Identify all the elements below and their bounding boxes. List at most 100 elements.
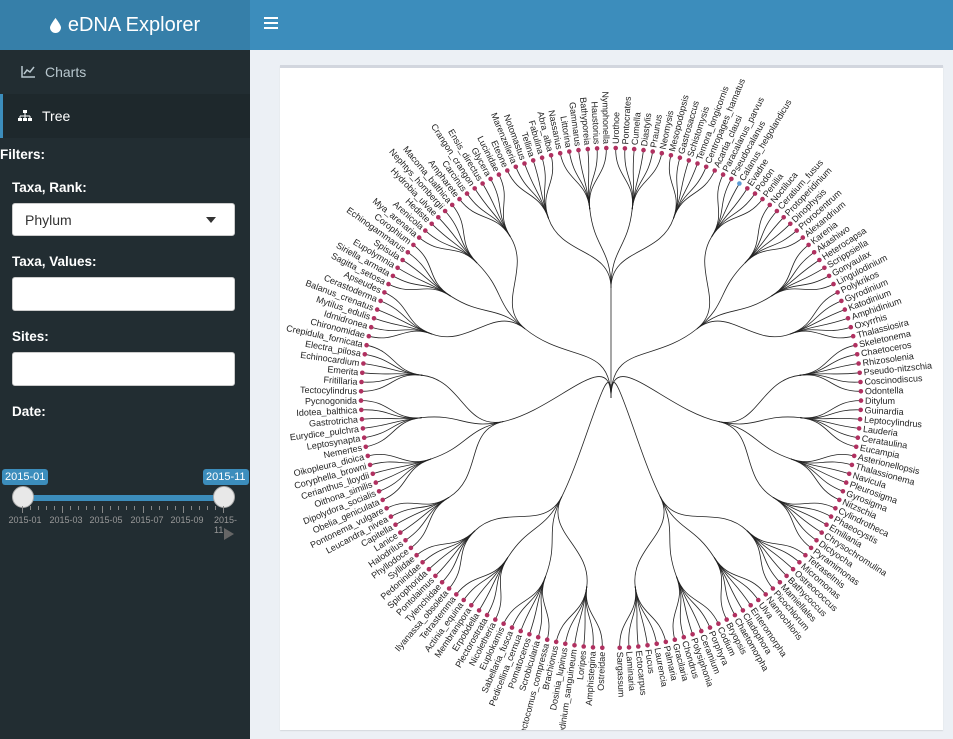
tree-leaf-node[interactable]: [572, 643, 577, 648]
tree-leaf-node[interactable]: [756, 597, 761, 603]
tree-leaf-node[interactable]: [842, 307, 848, 312]
tree-leaf-node[interactable]: [380, 497, 385, 503]
tree-leaf-node[interactable]: [737, 181, 742, 186]
tree-leaf-node[interactable]: [811, 250, 817, 255]
tree-leaf-node[interactable]: [663, 639, 669, 645]
tree-leaf-node[interactable]: [617, 645, 622, 651]
tree-leaf-node[interactable]: [361, 361, 366, 366]
tree-leaf-node[interactable]: [365, 453, 371, 459]
tree-leaf-node[interactable]: [724, 617, 729, 622]
tree-leaf-node[interactable]: [585, 146, 591, 152]
taxa-values-input[interactable]: [12, 277, 235, 311]
tree-leaf-node[interactable]: [370, 471, 376, 477]
tree-leaf-node[interactable]: [544, 637, 550, 642]
tree-leaf-node[interactable]: [461, 597, 466, 603]
tree-leaf-node[interactable]: [530, 158, 536, 163]
tree-leaf-node[interactable]: [788, 221, 793, 227]
tree-leaf-node[interactable]: [806, 242, 811, 248]
sidebar-item-charts[interactable]: Charts: [0, 50, 250, 94]
tree-leaf-node[interactable]: [509, 625, 515, 630]
tree-leaf-node[interactable]: [800, 235, 806, 240]
tree-leaf-node[interactable]: [476, 608, 482, 613]
tree-leaf-node[interactable]: [853, 342, 858, 348]
tree-leaf-node[interactable]: [368, 324, 374, 330]
tree-leaf-node[interactable]: [469, 603, 474, 608]
tree-leaf-node[interactable]: [857, 370, 862, 376]
tree-leaf-node[interactable]: [433, 573, 438, 579]
tree-leaf-node[interactable]: [446, 586, 452, 591]
tree-leaf-node[interactable]: [858, 407, 863, 413]
tree-leaf-node[interactable]: [803, 552, 808, 558]
tree-leaf-node[interactable]: [794, 228, 799, 233]
tree-leaf-node[interactable]: [360, 426, 366, 431]
tree-leaf-node[interactable]: [359, 416, 365, 422]
tree-leaf-node[interactable]: [567, 149, 572, 154]
tree-leaf-node[interactable]: [361, 435, 367, 441]
tree-leaf-node[interactable]: [518, 628, 523, 634]
tree-leaf-node[interactable]: [480, 181, 485, 186]
tree-leaf-node[interactable]: [843, 480, 849, 485]
tree-leaf-node[interactable]: [366, 333, 372, 339]
tree-leaf-node[interactable]: [752, 191, 758, 196]
tree-leaf-node[interactable]: [358, 389, 364, 394]
tree-leaf-node[interactable]: [672, 637, 678, 642]
tree-leaf-node[interactable]: [557, 150, 563, 156]
tree-leaf-node[interactable]: [363, 444, 369, 450]
tree-leaf-node[interactable]: [659, 150, 665, 156]
tree-leaf-node[interactable]: [797, 560, 802, 565]
tree-leaf-node[interactable]: [393, 522, 398, 527]
tree-leaf-node[interactable]: [358, 398, 364, 403]
tree-leaf-node[interactable]: [822, 265, 827, 271]
tree-leaf-node[interactable]: [513, 164, 519, 170]
tree-leaf-node[interactable]: [423, 228, 428, 233]
tree-leaf-node[interactable]: [840, 489, 846, 494]
tree-leaf-node[interactable]: [493, 617, 498, 622]
tree-leaf-node[interactable]: [408, 545, 414, 551]
tree-leaf-node[interactable]: [703, 164, 709, 170]
tree-leaf-node[interactable]: [594, 146, 600, 151]
tree-leaf-node[interactable]: [384, 506, 389, 511]
tree-leaf-node[interactable]: [839, 298, 844, 304]
tree-leaf-node[interactable]: [857, 416, 863, 422]
tree-leaf-node[interactable]: [376, 489, 382, 494]
tree-leaf-node[interactable]: [849, 462, 855, 468]
tree-leaf-node[interactable]: [763, 592, 768, 597]
tree-leaf-node[interactable]: [856, 426, 862, 431]
tree-leaf-node[interactable]: [403, 538, 408, 543]
tree-leaf-node[interactable]: [681, 634, 687, 640]
tree-leaf-node[interactable]: [720, 172, 726, 177]
tree-leaf-node[interactable]: [449, 202, 455, 208]
tree-leaf-node[interactable]: [854, 352, 860, 357]
tree-leaf-node[interactable]: [360, 370, 365, 376]
tree-leaf-node[interactable]: [835, 290, 840, 295]
tree-leaf-node[interactable]: [690, 632, 695, 637]
tree-leaf-node[interactable]: [774, 208, 780, 214]
tree-leaf-node[interactable]: [808, 545, 814, 551]
tree-leaf-node[interactable]: [388, 514, 394, 519]
tree-leaf-node[interactable]: [454, 592, 459, 597]
date-range-slider[interactable]: 2015-01 2015-11 2015-01 2015-03 2015-05 …: [0, 466, 250, 546]
tree-leaf-node[interactable]: [650, 149, 655, 154]
tree-leaf-node[interactable]: [374, 307, 380, 312]
tree-leaf-node[interactable]: [416, 235, 422, 240]
tree-leaf-node[interactable]: [784, 573, 789, 579]
tree-leaf-node[interactable]: [837, 497, 842, 503]
sites-input[interactable]: [12, 352, 235, 386]
tree-leaf-node[interactable]: [826, 273, 832, 279]
play-icon[interactable]: [224, 528, 234, 540]
tree-leaf-node[interactable]: [677, 155, 683, 160]
tree-leaf-node[interactable]: [496, 172, 502, 177]
tree-leaf-node[interactable]: [858, 379, 863, 385]
tree-leaf-node[interactable]: [748, 603, 753, 608]
tree-leaf-node[interactable]: [828, 514, 834, 519]
tree-leaf-node[interactable]: [770, 586, 776, 591]
tree-leaf-node[interactable]: [668, 153, 674, 158]
tree-leaf-node[interactable]: [824, 522, 829, 527]
tree-leaf-node[interactable]: [848, 324, 854, 330]
tree-leaf-node[interactable]: [856, 361, 861, 366]
tree-leaf-node[interactable]: [613, 145, 618, 151]
tree-leaf-node[interactable]: [553, 639, 559, 645]
tree-leaf-node[interactable]: [707, 625, 713, 630]
tree-leaf-node[interactable]: [790, 566, 796, 572]
tree-leaf-node[interactable]: [831, 281, 836, 287]
